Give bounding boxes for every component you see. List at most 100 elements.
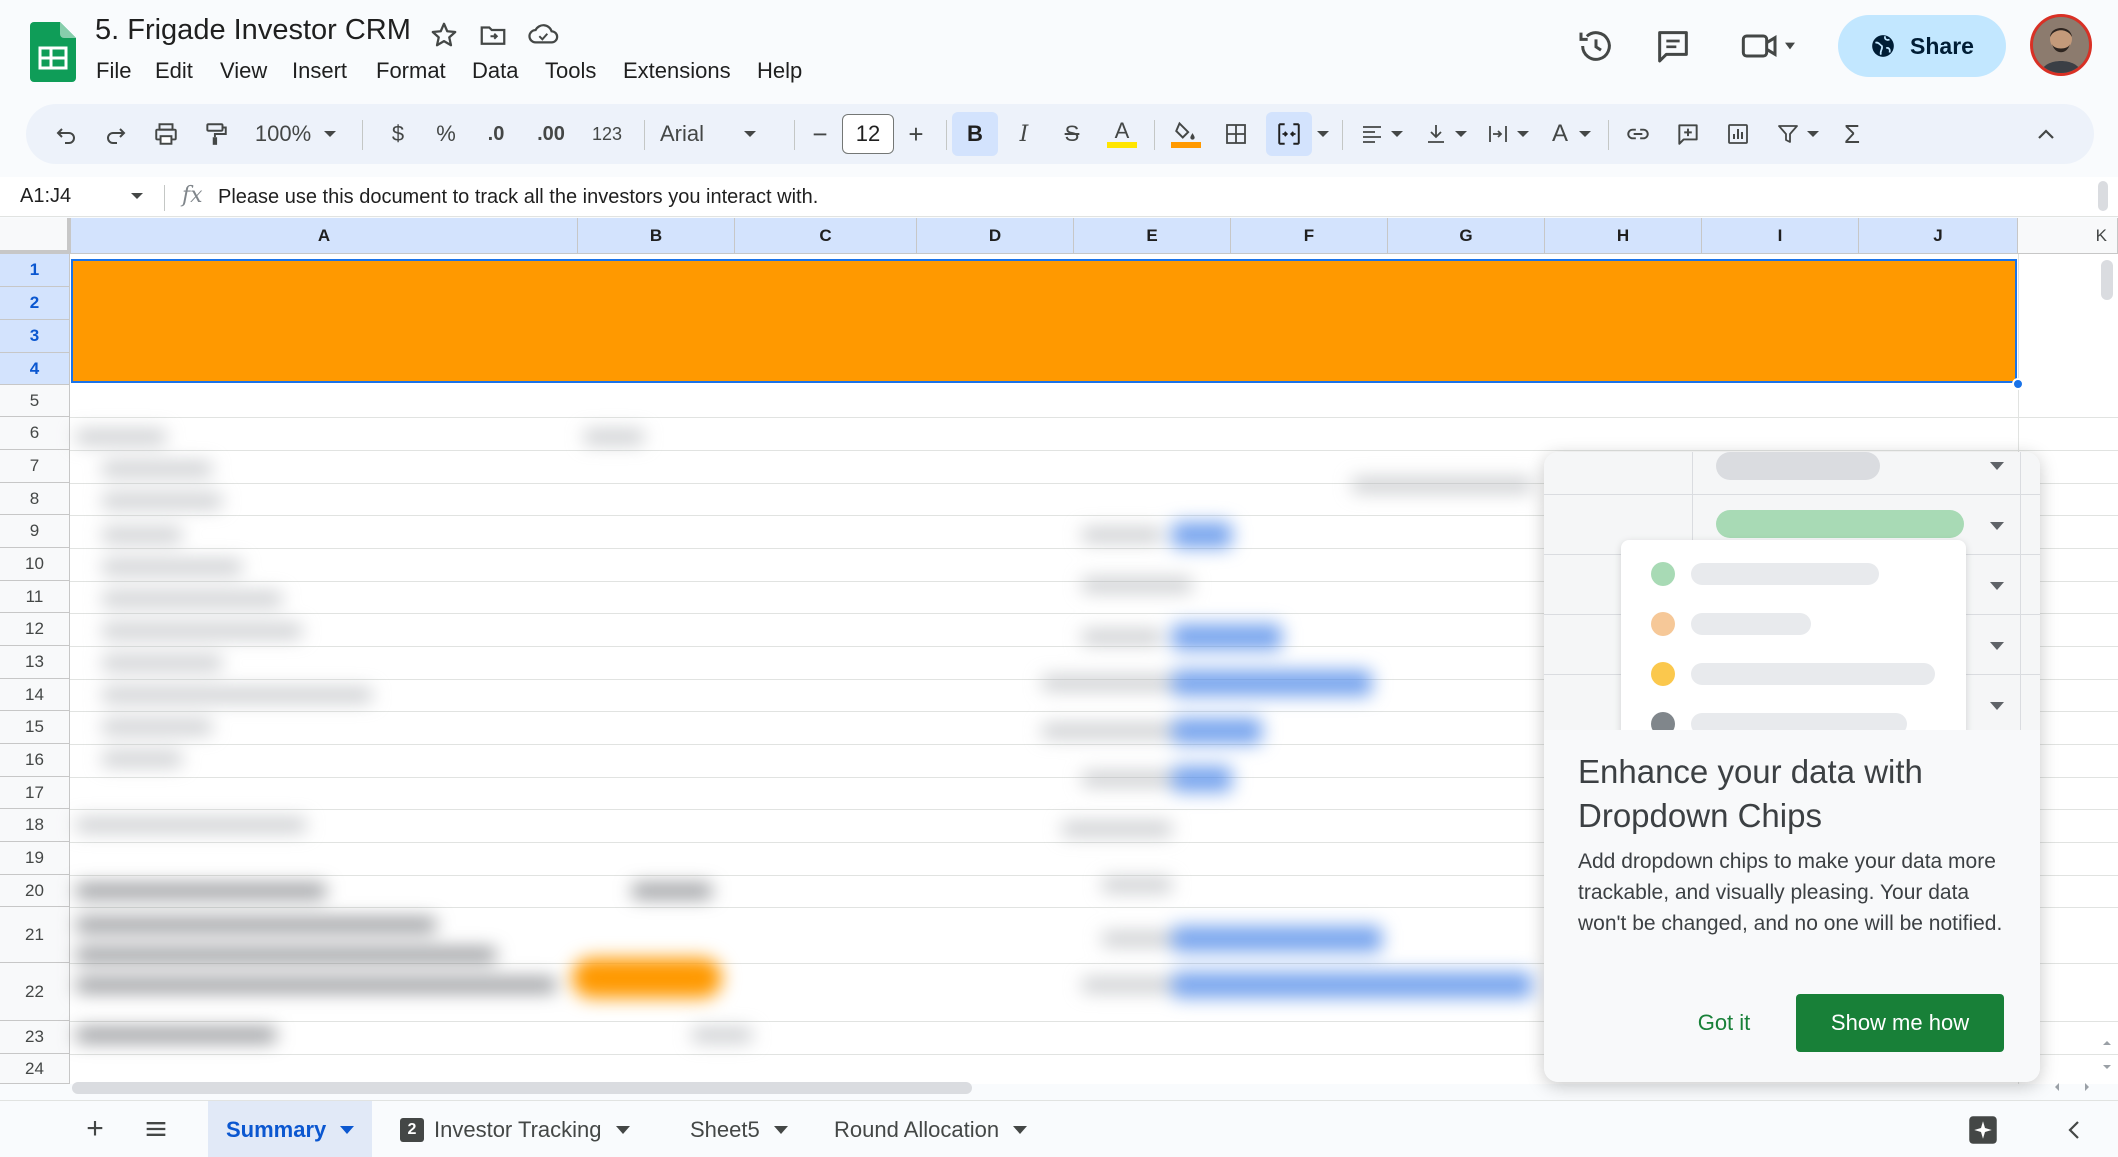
row-header-1[interactable]: 1 bbox=[0, 254, 70, 287]
row-header-4[interactable]: 4 bbox=[0, 353, 70, 385]
paint-format-icon[interactable] bbox=[196, 104, 236, 164]
insert-link-icon[interactable] bbox=[1618, 104, 1658, 164]
column-header-j[interactable]: J bbox=[1859, 218, 2018, 254]
sheet-tab-chevron-down-icon[interactable] bbox=[773, 1125, 788, 1134]
font-size-input[interactable]: 12 bbox=[842, 114, 894, 154]
menu-view[interactable]: View bbox=[220, 58, 267, 84]
row-header-5[interactable]: 5 bbox=[0, 385, 70, 417]
sheet-tab-round-allocation[interactable]: Round Allocation bbox=[816, 1101, 1045, 1157]
italic-button[interactable]: I bbox=[1004, 104, 1044, 164]
menu-tools[interactable]: Tools bbox=[545, 58, 596, 84]
column-header-h[interactable]: H bbox=[1545, 218, 1702, 254]
sheet-tab-summary[interactable]: Summary bbox=[208, 1101, 373, 1157]
functions-button[interactable]: Σ bbox=[1832, 104, 1872, 164]
row-header-2[interactable]: 2 bbox=[0, 287, 70, 320]
text-rotation-chevron-down-icon[interactable] bbox=[1576, 104, 1594, 164]
sheet-tab-chevron-down-icon[interactable] bbox=[615, 1125, 630, 1134]
redo-icon[interactable] bbox=[96, 104, 136, 164]
increase-decimal-button[interactable]: .00 bbox=[526, 104, 576, 164]
row-header-9[interactable]: 9 bbox=[0, 515, 70, 548]
menu-data[interactable]: Data bbox=[472, 58, 518, 84]
font-chevron-down-icon[interactable] bbox=[740, 104, 760, 164]
formula-scrollbar[interactable] bbox=[2098, 181, 2108, 211]
comments-icon[interactable] bbox=[1653, 26, 1693, 66]
name-box-chevron-down-icon[interactable] bbox=[130, 191, 144, 201]
scroll-left-icon[interactable] bbox=[2050, 1080, 2064, 1094]
column-header-g[interactable]: G bbox=[1388, 218, 1545, 254]
text-wrapping-chevron-down-icon[interactable] bbox=[1514, 104, 1532, 164]
zoom-select[interactable]: 100% bbox=[250, 104, 316, 164]
currency-format-button[interactable]: $ bbox=[378, 104, 418, 164]
menu-file[interactable]: File bbox=[96, 58, 131, 84]
zoom-chevron-down-icon[interactable] bbox=[320, 104, 340, 164]
horizontal-scrollbar[interactable] bbox=[72, 1082, 972, 1094]
scroll-down-icon[interactable] bbox=[2100, 1060, 2114, 1074]
show-me-how-button[interactable]: Show me how bbox=[1796, 994, 2004, 1052]
move-folder-icon[interactable] bbox=[478, 20, 508, 50]
column-header-i[interactable]: I bbox=[1702, 218, 1859, 254]
merge-chevron-down-icon[interactable] bbox=[1314, 104, 1332, 164]
text-color-button[interactable]: A bbox=[1102, 104, 1142, 164]
filter-icon[interactable] bbox=[1768, 104, 1808, 164]
scroll-up-icon[interactable] bbox=[2100, 1036, 2114, 1050]
version-history-icon[interactable] bbox=[1576, 26, 1616, 66]
row-header-8[interactable]: 8 bbox=[0, 483, 70, 515]
column-header-b[interactable]: B bbox=[578, 218, 735, 254]
row-header-14[interactable]: 14 bbox=[0, 679, 70, 711]
menu-help[interactable]: Help bbox=[757, 58, 802, 84]
sheet-tab-investor-tracking[interactable]: 2 Investor Tracking bbox=[382, 1101, 648, 1157]
row-header-16[interactable]: 16 bbox=[0, 744, 70, 777]
print-icon[interactable] bbox=[146, 104, 186, 164]
insert-comment-icon[interactable] bbox=[1668, 104, 1708, 164]
name-box[interactable]: A1:J4 bbox=[20, 185, 71, 208]
number-format-button[interactable]: 123 bbox=[582, 104, 632, 164]
row-header-6[interactable]: 6 bbox=[0, 417, 70, 450]
cloud-saved-icon[interactable] bbox=[527, 20, 559, 50]
all-sheets-menu-icon[interactable] bbox=[142, 1115, 170, 1143]
strikethrough-button[interactable]: S bbox=[1052, 104, 1092, 164]
sheet-tab-sheet5[interactable]: Sheet5 bbox=[672, 1101, 806, 1157]
row-header-13[interactable]: 13 bbox=[0, 646, 70, 679]
percent-format-button[interactable]: % bbox=[426, 104, 466, 164]
fill-color-icon[interactable] bbox=[1166, 104, 1206, 164]
row-header-24[interactable]: 24 bbox=[0, 1054, 70, 1084]
font-family-select[interactable]: Arial bbox=[652, 104, 722, 164]
selection-fill-handle[interactable] bbox=[2012, 378, 2024, 390]
row-header-17[interactable]: 17 bbox=[0, 777, 70, 809]
column-header-f[interactable]: F bbox=[1231, 218, 1388, 254]
selected-range-a1-j4[interactable] bbox=[71, 259, 2017, 383]
column-header-k[interactable]: K bbox=[2018, 218, 2118, 254]
decrease-decimal-button[interactable]: .0 bbox=[474, 104, 518, 164]
borders-icon[interactable] bbox=[1216, 104, 1256, 164]
row-header-23[interactable]: 23 bbox=[0, 1021, 70, 1054]
menu-format[interactable]: Format bbox=[376, 58, 446, 84]
column-header-a[interactable]: A bbox=[71, 218, 578, 254]
row-header-19[interactable]: 19 bbox=[0, 842, 70, 875]
filter-chevron-down-icon[interactable] bbox=[1804, 104, 1822, 164]
horizontal-align-icon[interactable] bbox=[1352, 104, 1392, 164]
row-header-3[interactable]: 3 bbox=[0, 320, 70, 353]
share-button[interactable]: Share bbox=[1838, 15, 2006, 77]
row-header-7[interactable]: 7 bbox=[0, 450, 70, 483]
insert-chart-icon[interactable] bbox=[1718, 104, 1758, 164]
add-sheet-button[interactable]: + bbox=[80, 1109, 110, 1149]
sheet-tab-chevron-down-icon[interactable] bbox=[1013, 1125, 1028, 1134]
explore-sparkle-icon[interactable] bbox=[1968, 1115, 1998, 1145]
increase-font-size-button[interactable]: + bbox=[898, 104, 934, 164]
text-rotation-button[interactable]: A bbox=[1540, 104, 1580, 164]
text-wrapping-icon[interactable] bbox=[1478, 104, 1518, 164]
column-header-e[interactable]: E bbox=[1074, 218, 1231, 254]
meet-icon[interactable] bbox=[1738, 26, 1802, 66]
select-all-corner[interactable] bbox=[0, 218, 71, 254]
decrease-font-size-button[interactable]: − bbox=[802, 104, 838, 164]
merge-cells-icon[interactable] bbox=[1266, 112, 1312, 156]
horizontal-align-chevron-down-icon[interactable] bbox=[1388, 104, 1406, 164]
collapse-side-panel-chevron-left-icon[interactable] bbox=[2066, 1119, 2082, 1141]
menu-insert[interactable]: Insert bbox=[292, 58, 347, 84]
row-header-12[interactable]: 12 bbox=[0, 613, 70, 646]
sheet-tab-chevron-down-icon[interactable] bbox=[340, 1125, 355, 1134]
menu-edit[interactable]: Edit bbox=[155, 58, 193, 84]
row-header-18[interactable]: 18 bbox=[0, 809, 70, 842]
sheets-logo-icon[interactable] bbox=[30, 22, 76, 82]
avatar[interactable] bbox=[2030, 14, 2092, 76]
